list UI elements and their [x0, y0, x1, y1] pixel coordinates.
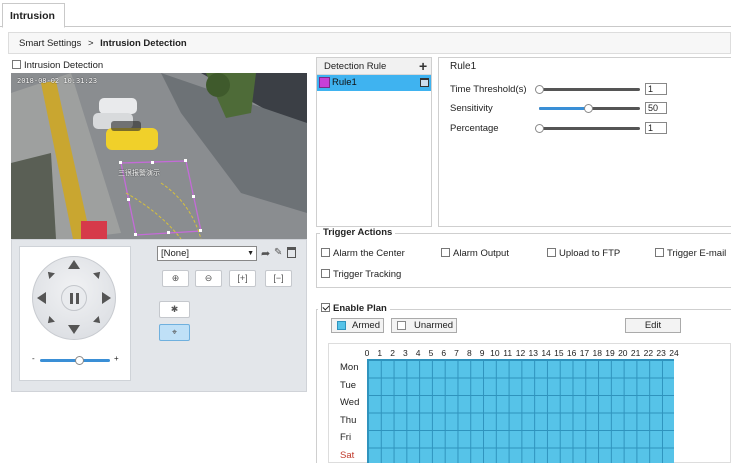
trigger-email-option[interactable]: Trigger E-mail — [655, 248, 726, 259]
rule-settings-panel — [438, 57, 731, 227]
ptz-speed-plus: + — [114, 354, 119, 363]
delete-preset-icon[interactable] — [287, 247, 296, 258]
zoom-out-icon: ⊖ — [204, 273, 213, 283]
area-draw-icon: ⌖ — [171, 327, 178, 337]
rule-settings-title: Rule1 — [450, 61, 477, 72]
enable-plan-toggle[interactable]: Enable Plan — [318, 303, 390, 314]
ptz-down-arrow-icon[interactable] — [68, 325, 80, 334]
sensitivity-slider-fill — [539, 107, 588, 110]
schedule-day-label: Sat — [340, 449, 355, 461]
rule-list-item[interactable]: Rule1 — [317, 75, 431, 91]
trigger-actions-title: Trigger Actions — [320, 227, 396, 238]
trigger-email-label: Trigger E-mail — [667, 248, 727, 259]
ptz-left-arrow-icon[interactable] — [37, 292, 46, 304]
time-threshold-label: Time Threshold(s) — [450, 84, 527, 95]
alarm-output-checkbox[interactable] — [441, 248, 450, 257]
area-draw-button[interactable]: ⌖ — [159, 324, 190, 341]
detection-rule-title: Detection Rule — [324, 61, 387, 72]
tab-intrusion[interactable]: Intrusion — [2, 3, 65, 28]
ptz-up-arrow-icon[interactable] — [68, 260, 80, 269]
ptz-right-arrow-icon[interactable] — [102, 292, 111, 304]
time-threshold-input[interactable]: 1 — [645, 83, 667, 95]
time-threshold-slider-handle[interactable] — [535, 85, 544, 94]
breadcrumb-parent[interactable]: Smart Settings — [19, 38, 81, 49]
focus-near-button[interactable]: [+] — [229, 270, 256, 287]
focus-far-icon: [−] — [273, 273, 284, 283]
rule-name: Rule1 — [332, 77, 357, 88]
trigger-tracking-option[interactable]: Trigger Tracking — [321, 269, 401, 280]
ptz-speed-minus: - — [32, 354, 35, 363]
schedule-hour-label: 24 — [669, 348, 679, 358]
wiper-button[interactable]: ✱ — [159, 301, 190, 318]
armed-color-swatch — [337, 321, 346, 330]
upload-ftp-option[interactable]: Upload to FTP — [547, 248, 620, 259]
intrusion-detection-label: Intrusion Detection — [24, 60, 104, 71]
time-threshold-slider[interactable] — [539, 88, 640, 91]
unarmed-label: Unarmed — [414, 320, 454, 331]
goto-preset-icon[interactable]: ➦ — [261, 247, 270, 260]
trigger-email-checkbox[interactable] — [655, 248, 664, 257]
armed-button[interactable]: Armed — [331, 318, 384, 333]
upload-ftp-checkbox[interactable] — [547, 248, 556, 257]
tab-bar — [0, 0, 731, 27]
chevron-down-icon: ▼ — [247, 250, 254, 257]
intrusion-detection-toggle[interactable]: Intrusion Detection — [12, 60, 103, 71]
ptz-speed-slider-handle[interactable] — [74, 356, 84, 365]
percentage-label: Percentage — [450, 123, 499, 134]
zoom-in-icon: ⊕ — [171, 273, 180, 283]
alarm-center-label: Alarm the Center — [333, 248, 405, 259]
video-overlay-text: 三很报警演示 — [118, 170, 160, 177]
rule-color-swatch — [319, 77, 330, 88]
schedule-day-label: Mon — [340, 362, 359, 373]
video-timestamp: 2018-08-02 10:31:23 — [17, 77, 98, 85]
alarm-output-option[interactable]: Alarm Output — [441, 248, 509, 259]
schedule-day-label: Thu — [340, 414, 357, 426]
trigger-tracking-label: Trigger Tracking — [333, 269, 402, 280]
zoom-in-button[interactable]: ⊕ — [162, 270, 189, 287]
percentage-slider-handle[interactable] — [535, 124, 544, 133]
camera-scene-image — [11, 73, 307, 239]
enable-plan-checkbox[interactable] — [321, 303, 330, 312]
pause-icon — [70, 293, 73, 304]
schedule-day-label: Fri — [340, 432, 352, 443]
enable-plan-title: Enable Plan — [333, 303, 387, 314]
breadcrumb-current: Intrusion Detection — [100, 38, 187, 49]
pause-icon-bar — [76, 293, 79, 304]
sensitivity-label: Sensitivity — [450, 103, 493, 114]
breadcrumb-separator: > — [87, 38, 94, 49]
alarm-center-option[interactable]: Alarm the Center — [321, 248, 405, 259]
wiper-icon: ✱ — [170, 304, 179, 314]
schedule-grid[interactable] — [367, 359, 674, 463]
detection-rule-header: Detection Rule — [317, 58, 431, 75]
unarmed-color-swatch — [397, 321, 406, 330]
focus-far-button[interactable]: [−] — [265, 270, 292, 287]
trigger-tracking-checkbox[interactable] — [321, 269, 330, 278]
schedule-day-label: Wed — [340, 397, 360, 408]
ptz-pause-button[interactable] — [61, 285, 87, 311]
unarmed-button[interactable]: Unarmed — [391, 318, 457, 333]
upload-ftp-label: Upload to FTP — [559, 248, 621, 259]
preset-select[interactable]: [None] ▼ — [157, 246, 257, 261]
breadcrumb: Smart Settings > Intrusion Detection — [8, 32, 731, 54]
preset-select-value: [None] — [161, 248, 189, 259]
focus-near-icon: [+] — [237, 273, 248, 283]
sensitivity-input[interactable]: 50 — [645, 102, 667, 114]
alarm-output-label: Alarm Output — [453, 248, 509, 259]
add-rule-icon[interactable]: + — [419, 58, 427, 74]
zoom-out-button[interactable]: ⊖ — [195, 270, 222, 287]
armed-label: Armed — [352, 320, 380, 331]
live-video-preview[interactable]: 2018-08-02 10:31:23 三很报警演示 — [11, 73, 307, 239]
delete-rule-icon[interactable] — [420, 78, 429, 87]
edit-preset-icon[interactable]: ✎ — [274, 247, 282, 258]
edit-plan-button[interactable]: Edit — [625, 318, 681, 333]
intrusion-detection-checkbox[interactable] — [12, 60, 21, 69]
percentage-slider[interactable] — [539, 127, 640, 130]
percentage-input[interactable]: 1 — [645, 122, 667, 134]
schedule-day-label: Tue — [340, 379, 357, 391]
alarm-center-checkbox[interactable] — [321, 248, 330, 257]
sensitivity-slider-handle[interactable] — [583, 104, 593, 113]
